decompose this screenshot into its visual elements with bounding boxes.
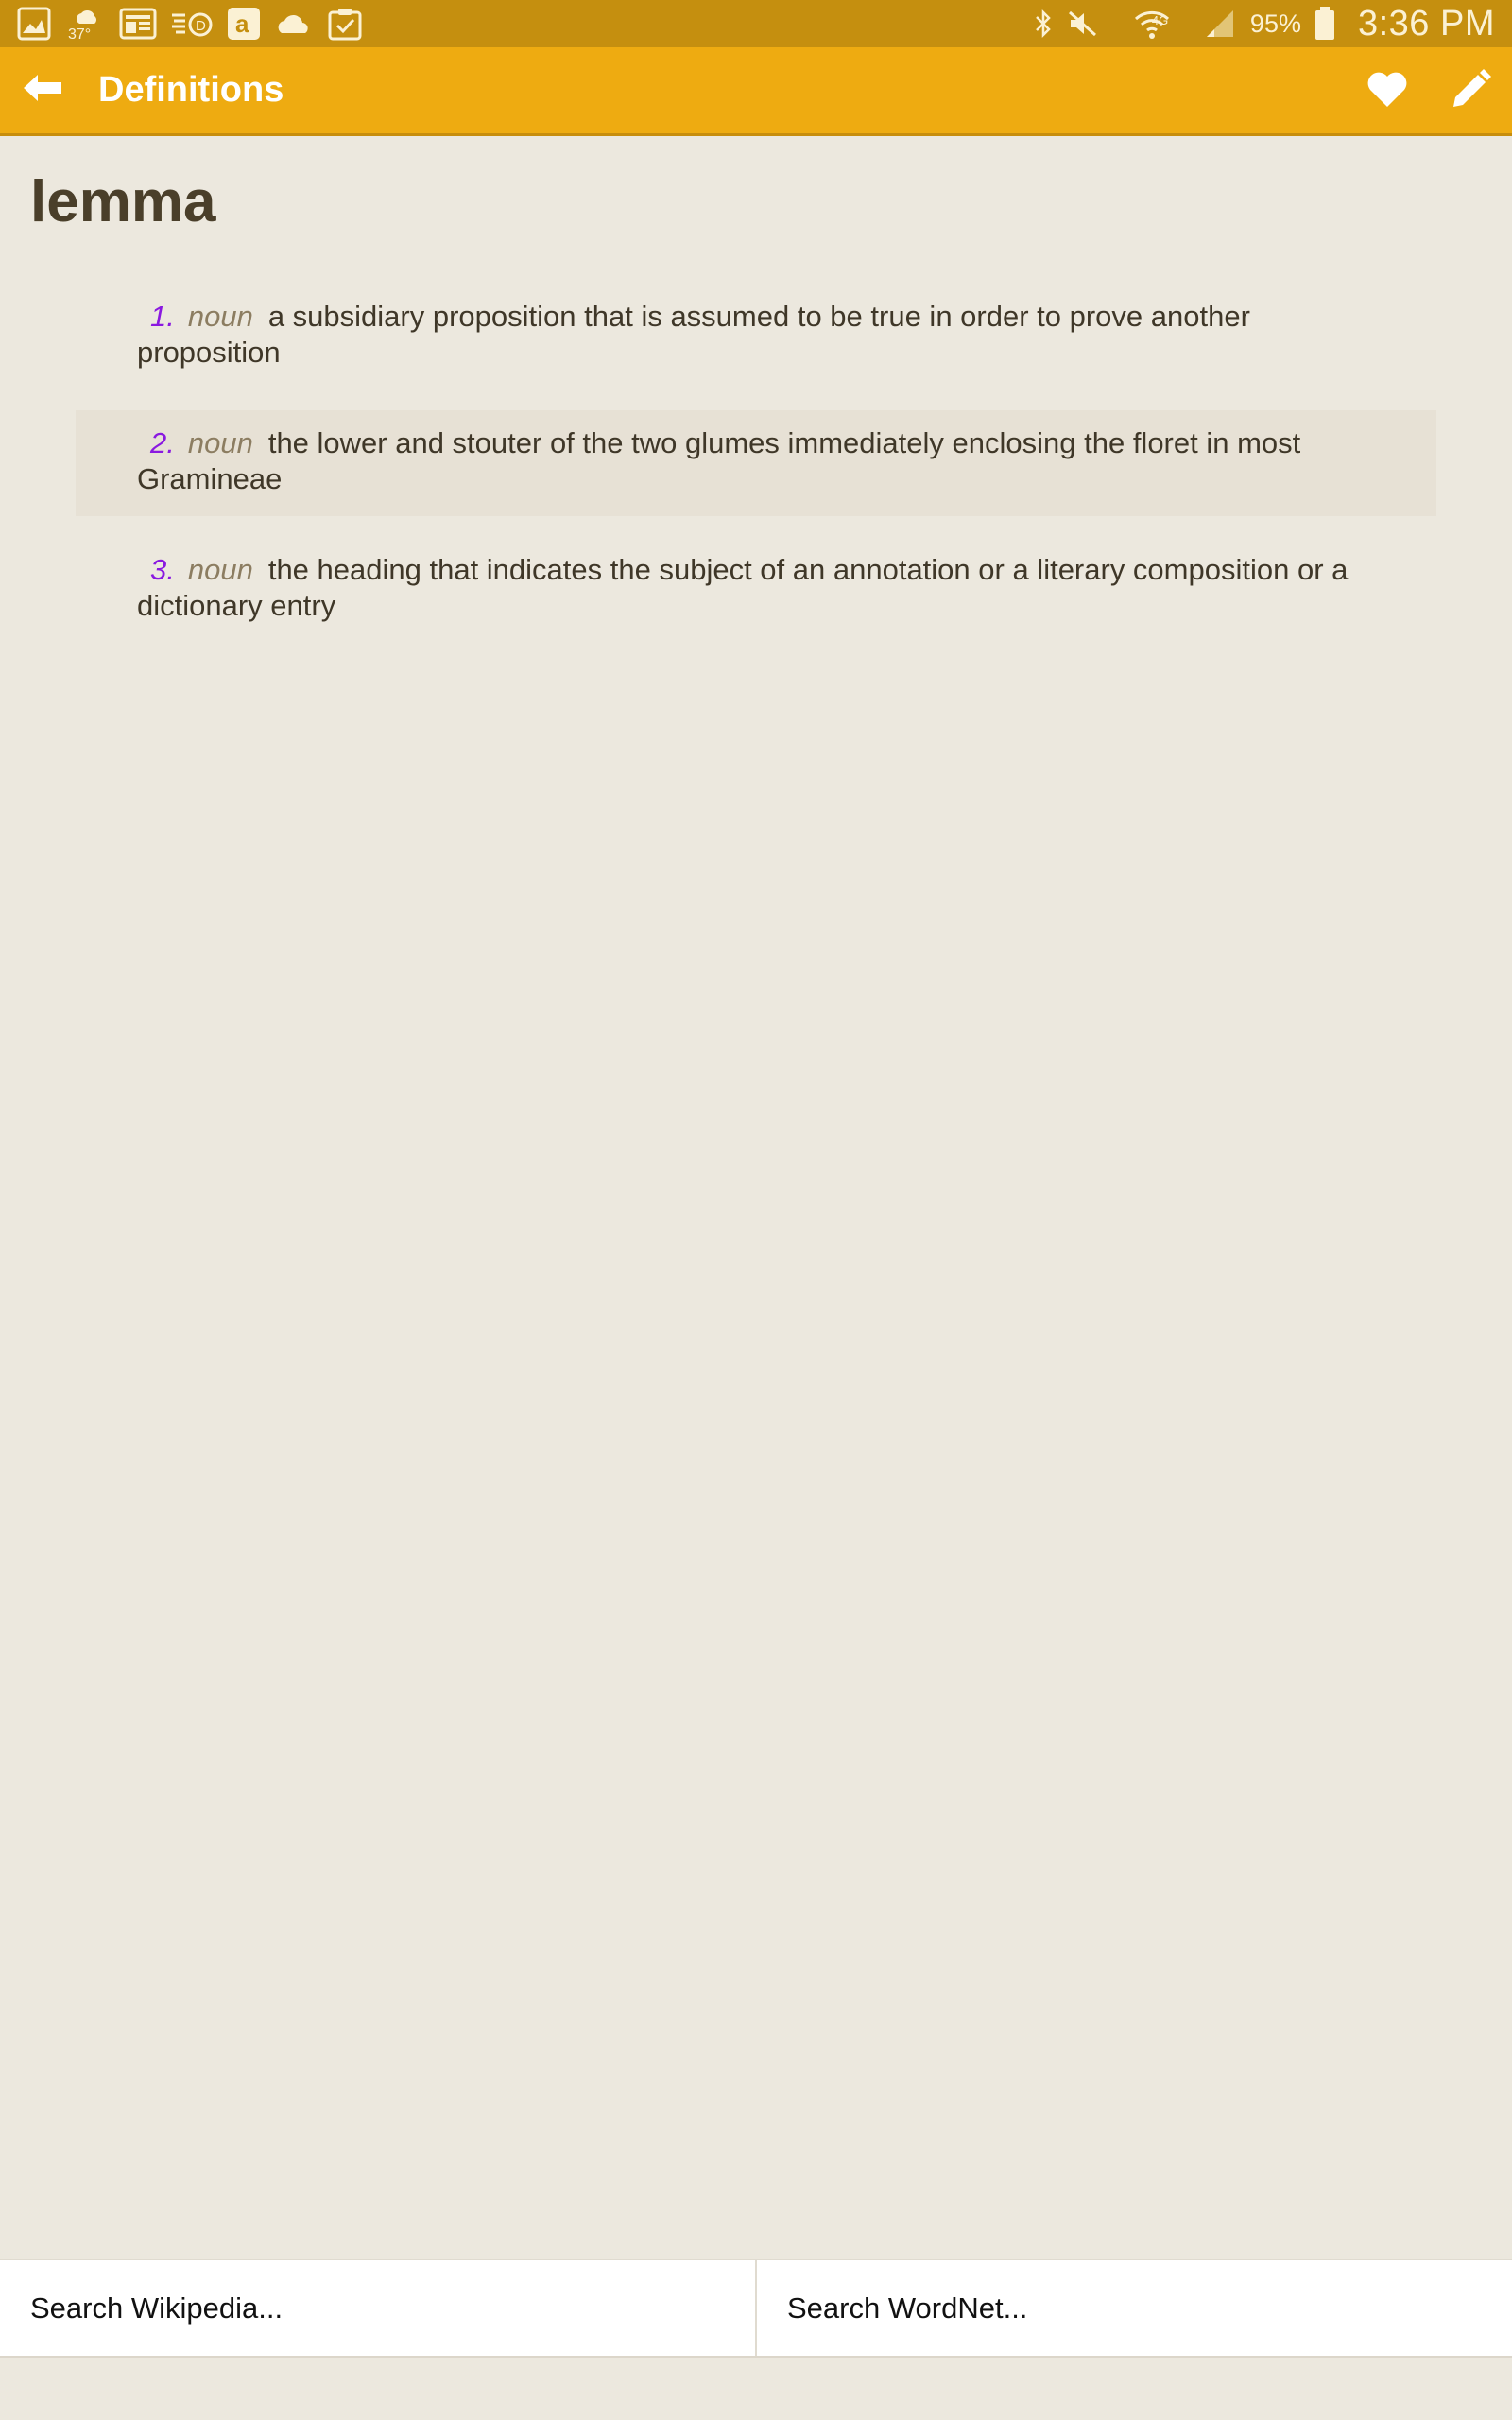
back-button[interactable] <box>0 46 85 135</box>
favorite-button[interactable] <box>1346 47 1429 136</box>
cloud-icon <box>274 10 314 37</box>
part-of-speech: noun <box>187 553 253 586</box>
weather-temp: 37° <box>68 26 92 43</box>
bluetooth-icon <box>1033 9 1054 39</box>
app-bar-actions <box>1346 47 1512 136</box>
gallery-icon <box>17 7 51 41</box>
definition-text: the heading that indicates the subject o… <box>137 553 1349 622</box>
mute-icon <box>1067 9 1099 38</box>
status-notification-icons: 37° D a <box>17 5 363 43</box>
news-icon <box>119 8 157 40</box>
edit-button[interactable] <box>1429 47 1512 136</box>
amazon-icon: a <box>227 7 261 41</box>
search-bar <box>0 2259 1512 2358</box>
definition-item[interactable]: 3. noun the heading that indicates the sub… <box>76 537 1436 643</box>
network-type-label: 4G <box>1151 13 1169 27</box>
app-bar: Definitions <box>0 47 1512 136</box>
definitions-list: 1. noun a subsidiary proposition that is a… <box>76 284 1436 643</box>
svg-text:a: a <box>235 9 249 38</box>
battery-icon <box>1314 7 1335 41</box>
definition-item[interactable]: 1. noun a subsidiary proposition that is a… <box>76 284 1436 389</box>
search-wordnet-input[interactable] <box>755 2260 1512 2356</box>
part-of-speech: noun <box>187 426 253 459</box>
clipboard-icon <box>327 7 363 41</box>
status-bar: 37° D a 4G 95% 3:36 PM <box>0 0 1512 47</box>
word-heading: lemma <box>30 169 216 234</box>
weather-icon: 37° <box>64 5 106 43</box>
pencil-icon <box>1450 68 1491 115</box>
page-title: Definitions <box>98 70 284 110</box>
definition-text: the lower and stouter of the two glumes … <box>137 426 1301 495</box>
heart-icon <box>1366 71 1409 113</box>
wifi-icon: 4G <box>1112 8 1192 40</box>
status-system-icons: 4G 95% 3:36 PM <box>1033 4 1495 44</box>
search-wikipedia-input[interactable] <box>0 2260 755 2356</box>
definition-number: 2. <box>150 426 175 459</box>
part-of-speech: noun <box>187 300 253 333</box>
signal-icon <box>1205 9 1235 39</box>
battery-percent: 95% <box>1249 9 1301 38</box>
definition-text: a subsidiary proposition that is assumed… <box>137 300 1250 369</box>
definition-number: 1. <box>150 300 175 333</box>
status-clock: 3:36 PM <box>1357 3 1495 43</box>
cast-icon: D <box>170 8 214 40</box>
definition-number: 3. <box>150 553 175 586</box>
svg-text:D: D <box>196 18 206 34</box>
definition-item[interactable]: 2. noun the lower and stouter of the two g… <box>76 410 1436 516</box>
back-arrow-icon <box>22 73 63 108</box>
